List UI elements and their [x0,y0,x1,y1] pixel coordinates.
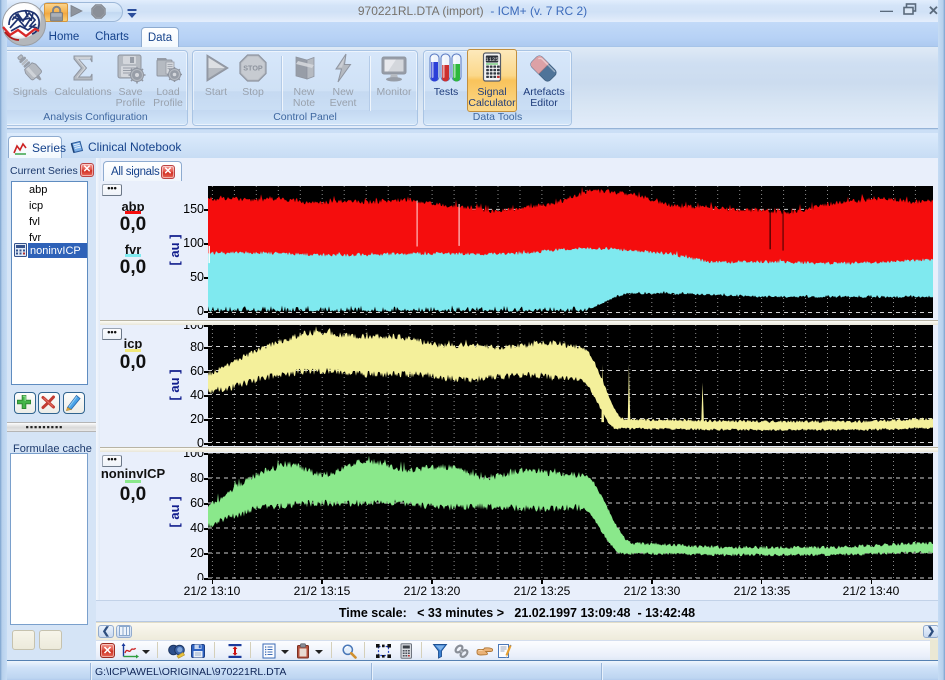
svg-text:1125: 1125 [485,56,498,63]
svg-text:STOP: STOP [243,64,263,73]
